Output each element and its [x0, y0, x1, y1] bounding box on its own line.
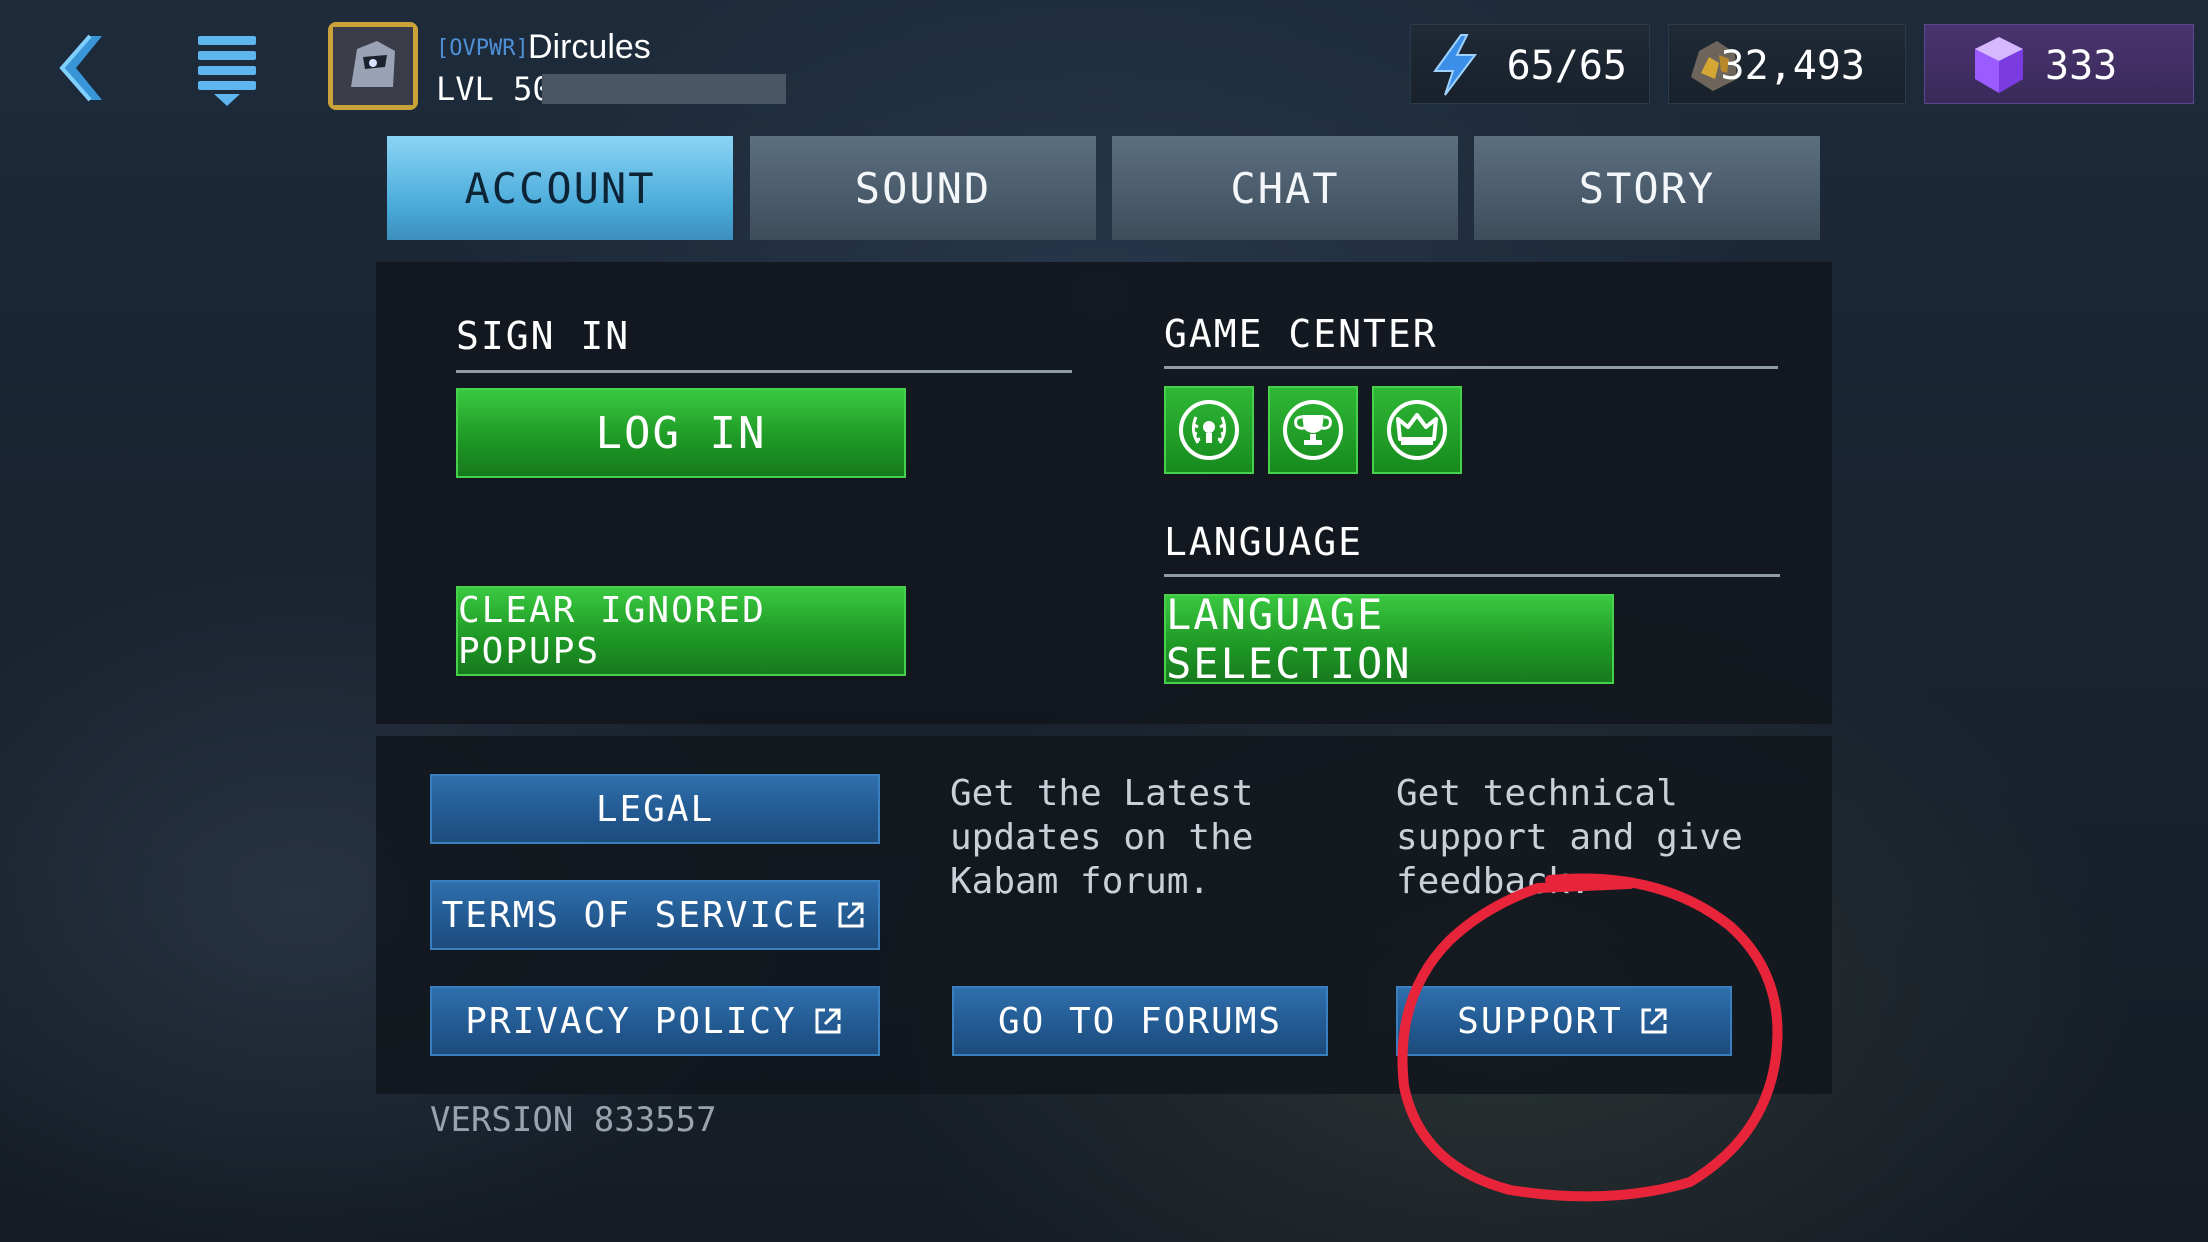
trophy-icon — [1283, 400, 1343, 460]
sign-in-divider — [456, 370, 1072, 373]
clear-ignored-popups-button[interactable]: CLEAR IGNORED POPUPS — [456, 586, 906, 676]
support-description: Get technical support and give feedback. — [1396, 773, 1743, 902]
terms-of-service-label: TERMS OF SERVICE — [441, 894, 821, 936]
player-name: Dircules — [528, 28, 651, 66]
log-in-button[interactable]: LOG IN — [456, 388, 906, 478]
game-center-challenges-button[interactable] — [1372, 386, 1462, 474]
tab-story[interactable]: STORY — [1474, 136, 1820, 240]
player-avatar[interactable] — [328, 22, 418, 110]
energy-value: 65/65 — [1506, 43, 1627, 89]
player-level: LVL 50 — [436, 70, 552, 108]
go-to-forums-button[interactable]: GO TO FORUMS — [952, 986, 1328, 1056]
game-center-achievements-button[interactable] — [1164, 386, 1254, 474]
privacy-policy-label: PRIVACY POLICY — [465, 1000, 797, 1042]
units-counter[interactable]: 333 — [1924, 24, 2194, 104]
gold-counter[interactable]: 32,493 — [1668, 24, 1906, 104]
hamburger-menu-icon — [198, 36, 256, 106]
alliance-tag: [OVPWR] — [436, 36, 529, 61]
chevron-left-icon — [59, 34, 102, 102]
language-selection-button[interactable]: LANGUAGE SELECTION — [1164, 590, 1614, 688]
unit-cube-icon — [1975, 37, 2023, 93]
tab-sound[interactable]: SOUND — [750, 136, 1096, 240]
version-label: VERSION 833557 — [430, 1100, 717, 1140]
external-link-icon — [838, 902, 864, 928]
game-center-divider — [1164, 366, 1778, 369]
laurel-icon — [1179, 400, 1239, 460]
external-link-icon — [815, 1008, 841, 1034]
tab-account[interactable]: ACCOUNT — [387, 136, 733, 240]
language-divider — [1164, 574, 1780, 577]
gold-value: 32,493 — [1720, 43, 1866, 89]
main-menu-button[interactable] — [192, 30, 262, 110]
support-button[interactable]: SUPPORT — [1396, 986, 1732, 1056]
game-center-title: GAME CENTER — [1164, 312, 1438, 356]
xp-progress-bar — [542, 74, 786, 104]
external-link-icon — [1641, 1008, 1667, 1034]
tab-chat[interactable]: CHAT — [1112, 136, 1458, 240]
privacy-policy-button[interactable]: PRIVACY POLICY — [430, 986, 880, 1056]
support-label: SUPPORT — [1457, 1000, 1623, 1042]
game-center-leaderboards-button[interactable] — [1268, 386, 1358, 474]
energy-counter[interactable]: 65/65 — [1410, 24, 1650, 104]
crown-icon — [1387, 400, 1447, 460]
terms-of-service-button[interactable]: TERMS OF SERVICE — [430, 880, 880, 950]
back-button[interactable] — [50, 30, 110, 106]
sign-in-title: SIGN IN — [456, 314, 631, 358]
champion-portrait-icon — [333, 27, 413, 105]
forums-description: Get the Latest updates on the Kabam foru… — [950, 773, 1254, 902]
language-title: LANGUAGE — [1164, 520, 1364, 564]
legal-button[interactable]: LEGAL — [430, 774, 880, 844]
units-value: 333 — [2045, 43, 2118, 89]
